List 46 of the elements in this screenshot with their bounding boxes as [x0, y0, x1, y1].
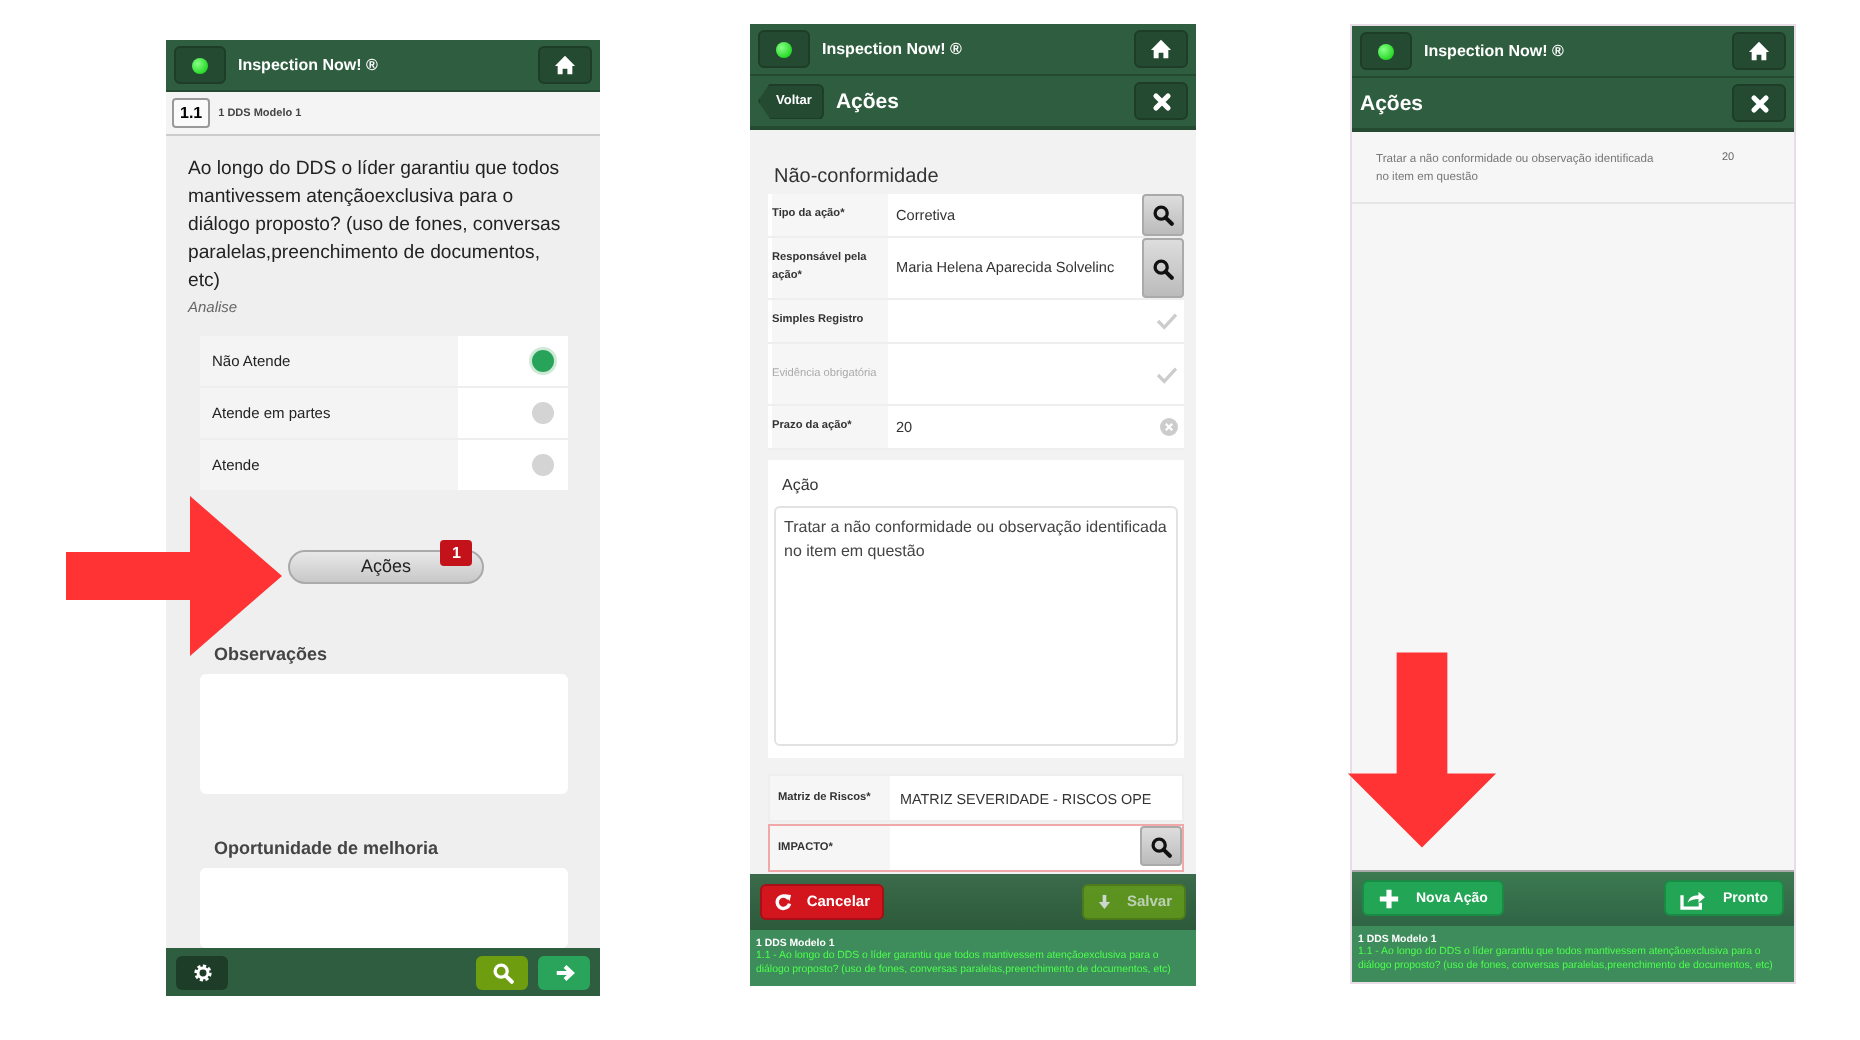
plus-icon — [1378, 887, 1400, 910]
radio-button[interactable] — [532, 401, 554, 424]
radio-button[interactable] — [532, 453, 554, 476]
search-button[interactable] — [1140, 826, 1182, 866]
app-title: Inspection Now! ® — [1424, 42, 1566, 60]
gear-icon — [191, 961, 213, 983]
close-icon — [1151, 91, 1171, 111]
home-icon — [1150, 38, 1172, 60]
status-light-button[interactable] — [1360, 32, 1412, 70]
field-label: Ação — [782, 476, 821, 494]
refresh-icon — [774, 889, 793, 914]
field-label: Oportunidade de melhoria — [214, 837, 441, 858]
home-button[interactable] — [538, 46, 592, 84]
search-icon — [1152, 257, 1174, 279]
status-light-button[interactable] — [758, 30, 810, 68]
screen-title: Ações — [835, 89, 899, 113]
home-icon — [1748, 40, 1770, 62]
radio-button[interactable] — [532, 349, 554, 372]
close-button[interactable] — [1134, 82, 1188, 120]
next-button[interactable] — [538, 955, 590, 989]
search-icon — [1152, 204, 1174, 226]
search-icon — [491, 961, 513, 983]
app-title: Inspection Now! ® — [238, 56, 380, 74]
question-text: Ao longo do DDS o líder garantiu que todos mantivessem atençãoexclusiva para o diálogo proposto? (uso de fones, conversas paralelas,preenchimento de documentos, etc) — [188, 156, 563, 296]
search-icon — [1150, 835, 1172, 857]
share-box-icon — [1680, 887, 1707, 910]
count-badge: 1 — [440, 539, 473, 566]
settings-button[interactable] — [176, 955, 228, 989]
section-title: Não-conformidade — [774, 166, 941, 188]
item-code-badge: 1.1 — [172, 98, 211, 128]
check-icon[interactable] — [1156, 312, 1178, 330]
home-button[interactable] — [1732, 32, 1786, 70]
arrow-right-icon — [553, 961, 575, 983]
download-arrow-icon — [1096, 889, 1113, 914]
search-button[interactable] — [1142, 194, 1184, 236]
search-button[interactable] — [476, 955, 528, 989]
home-icon — [554, 54, 576, 76]
field-label: Observações — [214, 643, 330, 664]
text-area[interactable]: Tratar a não conformidade ou observação identificada no item em questão — [774, 506, 1178, 746]
screen-title: Ações — [1360, 91, 1424, 115]
close-icon — [1749, 93, 1769, 113]
search-button[interactable] — [1142, 238, 1184, 298]
app-title: Inspection Now! ® — [822, 40, 964, 58]
home-button[interactable] — [1134, 30, 1188, 68]
status-light-button[interactable] — [174, 46, 226, 84]
close-button[interactable] — [1732, 84, 1786, 122]
